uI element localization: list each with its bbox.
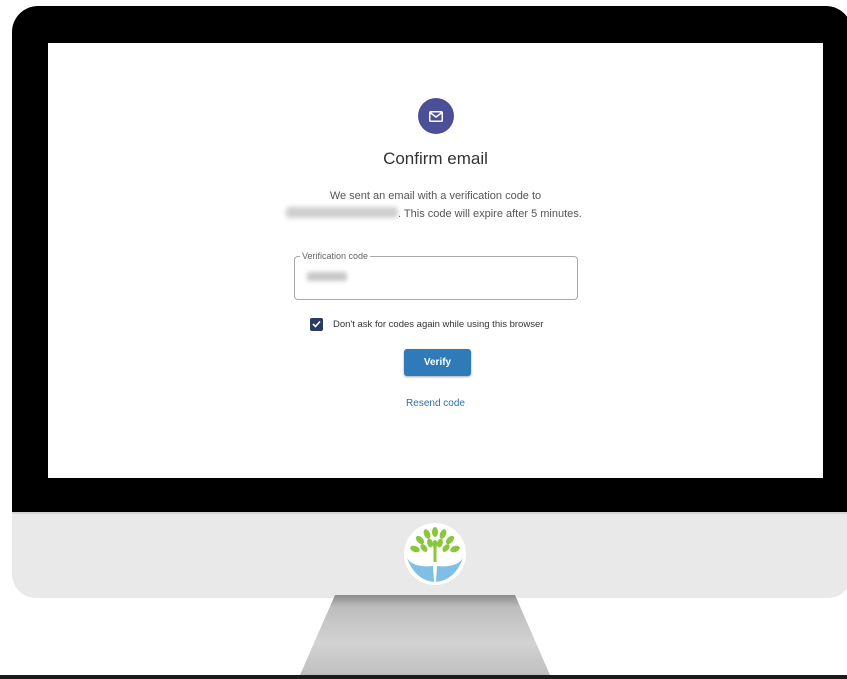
remember-browser-row: Don't ask for codes again while using th… [310, 316, 543, 332]
redacted-email [286, 207, 398, 218]
page-title: Confirm email [383, 149, 488, 168]
verification-code-input[interactable]: Verification code [294, 250, 578, 300]
baseline [0, 675, 847, 679]
tree-hands-logo [404, 523, 466, 585]
checkmark-icon [312, 320, 321, 328]
verification-code-label: Verification code [300, 250, 371, 262]
resend-code-link[interactable]: Resend code [48, 398, 823, 409]
verify-button[interactable]: Verify [404, 349, 471, 376]
description-line-1: We sent an email with a verification cod… [329, 190, 542, 202]
monitor-stand [300, 595, 550, 675]
expiry-notice: . This code will expire after 5 minutes. [398, 208, 582, 220]
screen: Confirm email We sent an email with a ve… [48, 43, 823, 478]
description-line-2: . This code will expire after 5 minutes. [286, 207, 636, 220]
redacted-code-value [307, 272, 347, 281]
remember-browser-checkbox[interactable] [310, 317, 323, 331]
envelope-icon [418, 98, 454, 134]
remember-browser-label: Don't ask for codes again while using th… [333, 318, 544, 330]
